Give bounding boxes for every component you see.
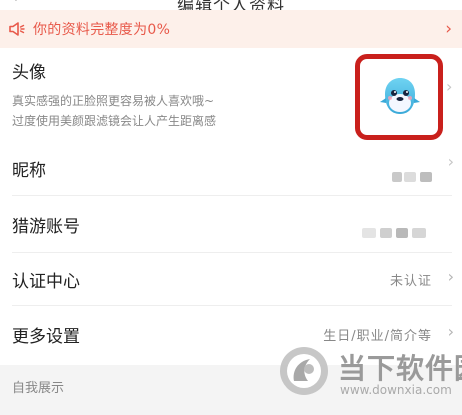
header: ‹ 编辑个人资料: [0, 0, 462, 10]
avatar-hint-line-1: 真实感强的正脸照更容易被人喜欢哦~: [12, 94, 215, 108]
chevron-right-icon: ›: [445, 19, 452, 39]
row-verification-center[interactable]: 认证中心 未认证 ›: [0, 253, 462, 309]
blurred-value: [380, 228, 392, 238]
row-account[interactable]: 猎游账号: [0, 198, 462, 254]
row-label-nickname: 昵称: [12, 161, 46, 181]
megaphone-icon: [8, 21, 26, 37]
blurred-value: [392, 172, 402, 182]
chevron-right-icon: ›: [447, 322, 454, 341]
chevron-right-icon: ›: [447, 152, 454, 171]
chevron-right-icon: ›: [447, 267, 454, 286]
row-label-verification: 认证中心: [12, 272, 80, 292]
verification-status: 未认证: [389, 274, 432, 289]
row-label-account: 猎游账号: [12, 217, 80, 237]
page-title: 编辑个人资料: [177, 0, 285, 10]
row-label-more-settings: 更多设置: [12, 327, 80, 347]
profile-completeness-banner[interactable]: 你的资料完整度为0% ›: [0, 10, 462, 48]
blurred-value: [396, 228, 408, 238]
avatar-hint-line-2: 过度使用美颜跟滤镜会让人产生距离感: [12, 114, 217, 128]
blurred-value: [412, 228, 426, 238]
watermark-logo-icon: [280, 347, 328, 395]
section-label-self-showcase: 自我展示: [12, 381, 65, 396]
blurred-value: [420, 172, 432, 182]
chevron-right-icon: ›: [446, 77, 453, 96]
blurred-value: [362, 228, 376, 238]
banner-text: 你的资料完整度为0%: [33, 22, 171, 38]
divider: [12, 195, 452, 196]
avatar[interactable]: [379, 76, 421, 118]
watermark: 当下软件园 www.downxia.com: [278, 345, 462, 415]
more-settings-hint: 生日/职业/简介等: [323, 329, 432, 344]
avatar-highlight-box[interactable]: [355, 54, 443, 140]
watermark-title: 当下软件园: [338, 352, 462, 385]
blurred-value: [404, 172, 416, 182]
edit-profile-page: ‹ 编辑个人资料 你的资料完整度为0% › 头像 真实感强的正脸照更容易被人喜欢…: [0, 0, 462, 415]
watermark-url: www.downxia.com: [340, 383, 452, 397]
avatar-label: 头像: [12, 63, 46, 83]
